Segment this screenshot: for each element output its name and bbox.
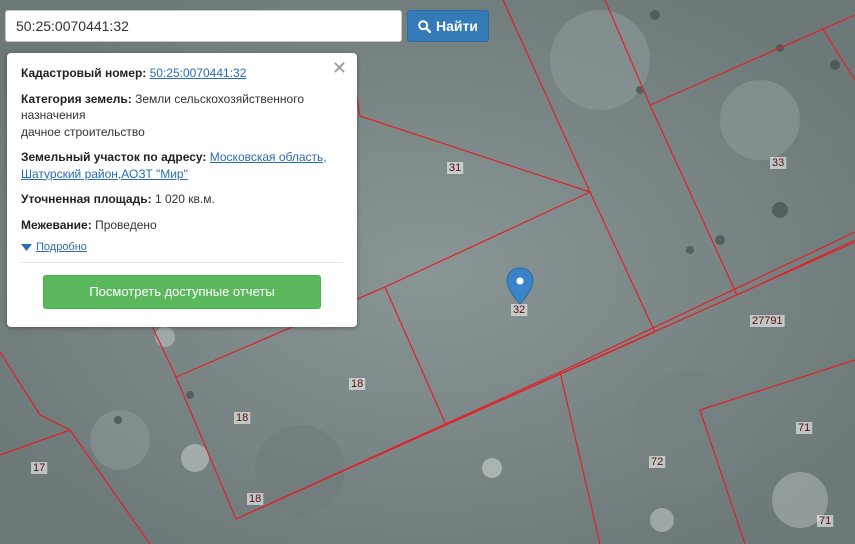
survey-label: Межевание: bbox=[21, 217, 92, 232]
survey-value: Проведено bbox=[95, 217, 157, 232]
area-value: 1 020 кв.м. bbox=[154, 192, 215, 206]
cadastral-link[interactable]: 50:25:0070441:32 bbox=[150, 66, 247, 80]
parcel-info-popup: ✕ Кадастровый номер: 50:25:0070441:32 Ка… bbox=[7, 53, 357, 327]
parcel-label-71a[interactable]: 71 bbox=[798, 422, 810, 434]
caret-down-icon bbox=[21, 243, 32, 251]
parcel-label-17[interactable]: 17 bbox=[33, 462, 45, 474]
parcel-label-32[interactable]: 32 bbox=[513, 304, 525, 316]
parcel-label-33[interactable]: 33 bbox=[772, 157, 784, 169]
details-label: Подробно bbox=[36, 241, 87, 253]
area-row: Уточненная площадь: 1 020 кв.м. bbox=[21, 191, 343, 208]
address-row: Земельный участок по адресу: Московская … bbox=[21, 149, 343, 182]
parcel-label-27791[interactable]: 27791 bbox=[752, 315, 783, 327]
search-button-label: Найти bbox=[436, 18, 478, 34]
parcel-label-18b[interactable]: 18 bbox=[236, 412, 248, 424]
land-use-value: дачное строительство bbox=[21, 124, 145, 139]
parcel-label-31[interactable]: 31 bbox=[449, 162, 461, 174]
divider bbox=[21, 262, 343, 263]
area-label: Уточненная площадь: bbox=[21, 192, 152, 206]
parcel-label-18a[interactable]: 18 bbox=[351, 378, 363, 390]
search-button[interactable]: Найти bbox=[407, 10, 489, 42]
category-label: Категория земель: bbox=[21, 91, 132, 106]
parcel-label-72[interactable]: 72 bbox=[651, 456, 663, 468]
close-icon[interactable]: ✕ bbox=[332, 59, 347, 77]
search-input[interactable]: 50:25:0070441:32 bbox=[5, 10, 402, 42]
address-label: Земельный участок по адресу: bbox=[21, 150, 207, 164]
cadastral-row: Кадастровый номер: 50:25:0070441:32 bbox=[21, 65, 343, 82]
parcel-label-18c[interactable]: 18 bbox=[249, 493, 261, 505]
survey-row: Межевание: Проведено bbox=[21, 217, 343, 234]
category-row: Категория земель: Земли сельскохозяйстве… bbox=[21, 91, 343, 141]
details-toggle[interactable]: Подробно bbox=[21, 241, 343, 253]
view-reports-button[interactable]: Посмотреть доступные отчеты bbox=[43, 275, 321, 309]
cadastral-label: Кадастровый номер: bbox=[21, 66, 147, 80]
search-icon bbox=[418, 19, 432, 33]
parcel-label-71b[interactable]: 71 bbox=[819, 515, 831, 527]
